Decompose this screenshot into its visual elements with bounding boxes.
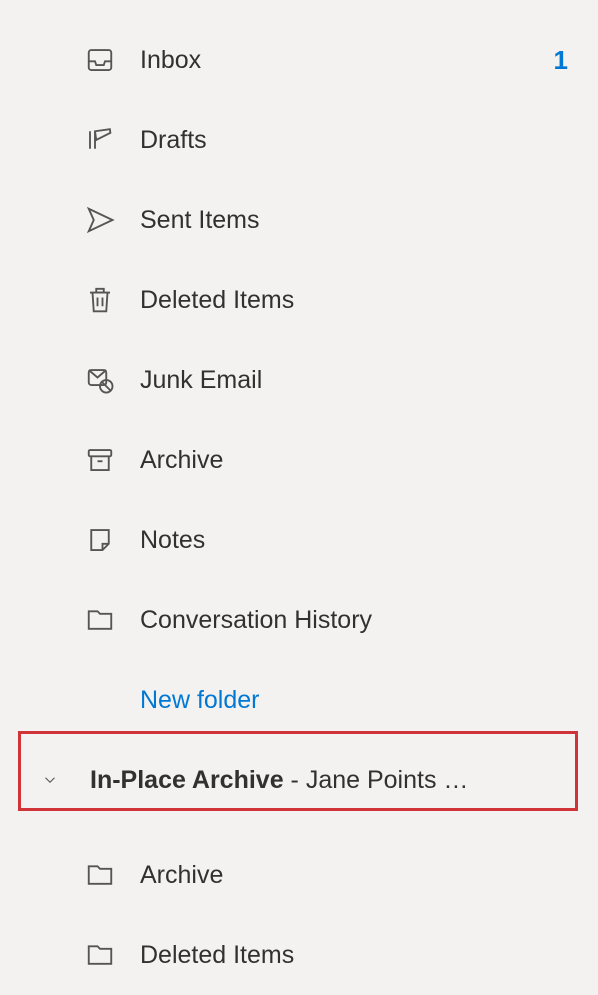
folder-icon	[85, 605, 115, 635]
folder-item-inbox[interactable]: Inbox 1	[0, 20, 598, 100]
folder-item-archive[interactable]: Archive	[0, 420, 598, 500]
archive-section-title: In-Place Archive - Jane Points …	[90, 766, 468, 795]
notes-icon	[85, 525, 115, 555]
folder-label: Deleted Items	[140, 286, 568, 315]
folder-item-deleted[interactable]: Deleted Items	[0, 260, 598, 340]
sent-icon	[85, 205, 115, 235]
trash-icon	[85, 285, 115, 315]
folder-item-sent[interactable]: Sent Items	[0, 180, 598, 260]
folder-label: Notes	[140, 526, 568, 555]
junk-icon	[85, 365, 115, 395]
folder-item-notes[interactable]: Notes	[0, 500, 598, 580]
folder-item-conversation-history[interactable]: Conversation History	[0, 580, 598, 660]
folder-label: Junk Email	[140, 366, 568, 395]
folder-list: Inbox 1 Drafts Sent Items Deleted Items …	[0, 0, 598, 995]
folder-icon	[85, 860, 115, 890]
folder-label: Deleted Items	[140, 941, 568, 970]
folder-label: Archive	[140, 861, 568, 890]
folder-item-drafts[interactable]: Drafts	[0, 100, 598, 180]
drafts-icon	[85, 125, 115, 155]
inbox-icon	[85, 45, 115, 75]
new-folder-link[interactable]: New folder	[0, 660, 598, 740]
folder-label: Sent Items	[140, 206, 568, 235]
archive-section-header[interactable]: In-Place Archive - Jane Points …	[0, 740, 598, 820]
folder-count: 1	[554, 45, 568, 76]
folder-label: Conversation History	[140, 606, 568, 635]
new-folder-label: New folder	[140, 686, 260, 715]
archive-sub-folders: Archive Deleted Items	[0, 820, 598, 995]
folder-item-archive-archive[interactable]: Archive	[0, 835, 598, 915]
folder-label: Drafts	[140, 126, 568, 155]
folder-item-junk[interactable]: Junk Email	[0, 340, 598, 420]
folder-icon	[85, 940, 115, 970]
chevron-down-icon	[40, 770, 60, 790]
archive-icon	[85, 445, 115, 475]
folder-label: Archive	[140, 446, 568, 475]
folder-item-archive-deleted[interactable]: Deleted Items	[0, 915, 598, 995]
folder-label: Inbox	[140, 46, 554, 75]
